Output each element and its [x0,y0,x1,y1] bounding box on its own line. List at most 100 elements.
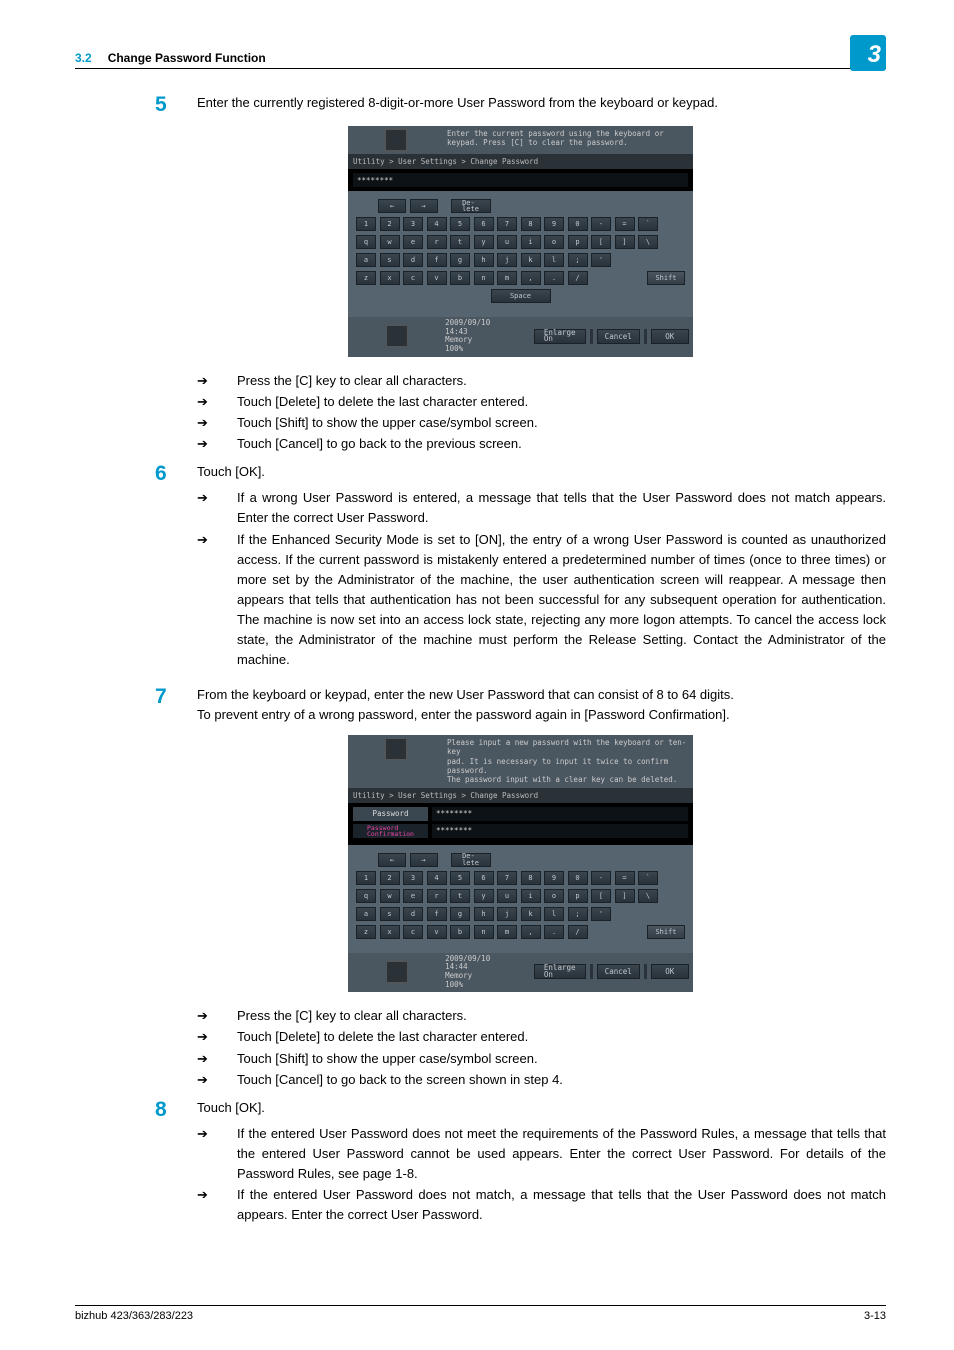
key-b[interactable]: b [450,925,470,939]
key-y[interactable]: y [474,235,494,249]
shift-button[interactable]: Shift [647,925,685,939]
key-9[interactable]: 9 [544,217,564,231]
key-9[interactable]: 9 [544,871,564,885]
key-f[interactable]: f [427,907,447,921]
key-=[interactable]: = [615,217,635,231]
key-`[interactable]: ` [638,871,658,885]
key-0[interactable]: 0 [568,871,588,885]
key-6[interactable]: 6 [474,871,494,885]
key-o[interactable]: o [544,889,564,903]
key-\[interactable]: \ [638,235,658,249]
key-q[interactable]: q [356,889,376,903]
key-i[interactable]: i [521,889,541,903]
delete-button[interactable]: De- lete [451,199,491,213]
key-p[interactable]: p [568,889,588,903]
key-][interactable]: ] [615,889,635,903]
key-f[interactable]: f [427,253,447,267]
key-3[interactable]: 3 [403,871,423,885]
key-a[interactable]: a [356,907,376,921]
key-7[interactable]: 7 [497,871,517,885]
key-s[interactable]: s [380,907,400,921]
key-5[interactable]: 5 [450,871,470,885]
key-e[interactable]: e [403,889,423,903]
key-/[interactable]: / [568,925,588,939]
key-k[interactable]: k [521,907,541,921]
key-8[interactable]: 8 [521,217,541,231]
key-;[interactable]: ; [568,253,588,267]
key-p[interactable]: p [568,235,588,249]
screen1-password-field[interactable]: ******** [353,173,688,187]
screen2-confirmation-field[interactable]: ******** [432,824,688,838]
key--[interactable]: - [591,217,611,231]
ok-button[interactable]: OK [651,329,689,344]
arrow-right-button[interactable]: → [410,853,438,867]
enlarge-button[interactable]: Enlarge On [534,964,586,979]
key-r[interactable]: r [427,235,447,249]
key-t[interactable]: t [450,235,470,249]
key-u[interactable]: u [497,235,517,249]
key-\[interactable]: \ [638,889,658,903]
enlarge-button[interactable]: Enlarge On [534,329,586,344]
key-u[interactable]: u [497,889,517,903]
key-,[interactable]: , [521,271,541,285]
key-'[interactable]: ' [591,907,611,921]
arrow-left-button[interactable]: ← [378,853,406,867]
key-h[interactable]: h [474,253,494,267]
key-c[interactable]: c [403,925,423,939]
screen2-password-field[interactable]: ******** [432,807,688,821]
key-w[interactable]: w [380,889,400,903]
cancel-button[interactable]: Cancel [597,329,640,344]
password-confirmation-tab[interactable]: Password Confirmation [353,824,428,838]
key-6[interactable]: 6 [474,217,494,231]
key-h[interactable]: h [474,907,494,921]
key-y[interactable]: y [474,889,494,903]
key-x[interactable]: x [380,271,400,285]
key-.[interactable]: . [544,271,564,285]
key-r[interactable]: r [427,889,447,903]
key-4[interactable]: 4 [427,217,447,231]
cancel-button[interactable]: Cancel [597,964,640,979]
key-=[interactable]: = [615,871,635,885]
key-z[interactable]: z [356,271,376,285]
key-k[interactable]: k [521,253,541,267]
key-v[interactable]: v [427,271,447,285]
key-o[interactable]: o [544,235,564,249]
key-d[interactable]: d [403,253,423,267]
key-'[interactable]: ' [591,253,611,267]
ok-button[interactable]: OK [651,964,689,979]
key-e[interactable]: e [403,235,423,249]
key-;[interactable]: ; [568,907,588,921]
key-2[interactable]: 2 [380,217,400,231]
key-7[interactable]: 7 [497,217,517,231]
key-w[interactable]: w [380,235,400,249]
key-c[interactable]: c [403,271,423,285]
key-[[interactable]: [ [591,235,611,249]
key-4[interactable]: 4 [427,871,447,885]
key-j[interactable]: j [497,907,517,921]
key-b[interactable]: b [450,271,470,285]
arrow-left-button[interactable]: ← [378,199,406,213]
key-v[interactable]: v [427,925,447,939]
key-m[interactable]: m [497,925,517,939]
key-.[interactable]: . [544,925,564,939]
key-l[interactable]: l [544,253,564,267]
key-n[interactable]: n [474,271,494,285]
key-g[interactable]: g [450,907,470,921]
delete-button[interactable]: De- lete [451,853,491,867]
key-5[interactable]: 5 [450,217,470,231]
key-[[interactable]: [ [591,889,611,903]
shift-button[interactable]: Shift [647,271,685,285]
arrow-right-button[interactable]: → [410,199,438,213]
key--[interactable]: - [591,871,611,885]
key-q[interactable]: q [356,235,376,249]
key-n[interactable]: n [474,925,494,939]
key-][interactable]: ] [615,235,635,249]
key-j[interactable]: j [497,253,517,267]
key-l[interactable]: l [544,907,564,921]
space-button[interactable]: Space [491,289,551,303]
key-m[interactable]: m [497,271,517,285]
password-tab[interactable]: Password [353,807,428,821]
key-a[interactable]: a [356,253,376,267]
key-3[interactable]: 3 [403,217,423,231]
key-,[interactable]: , [521,925,541,939]
